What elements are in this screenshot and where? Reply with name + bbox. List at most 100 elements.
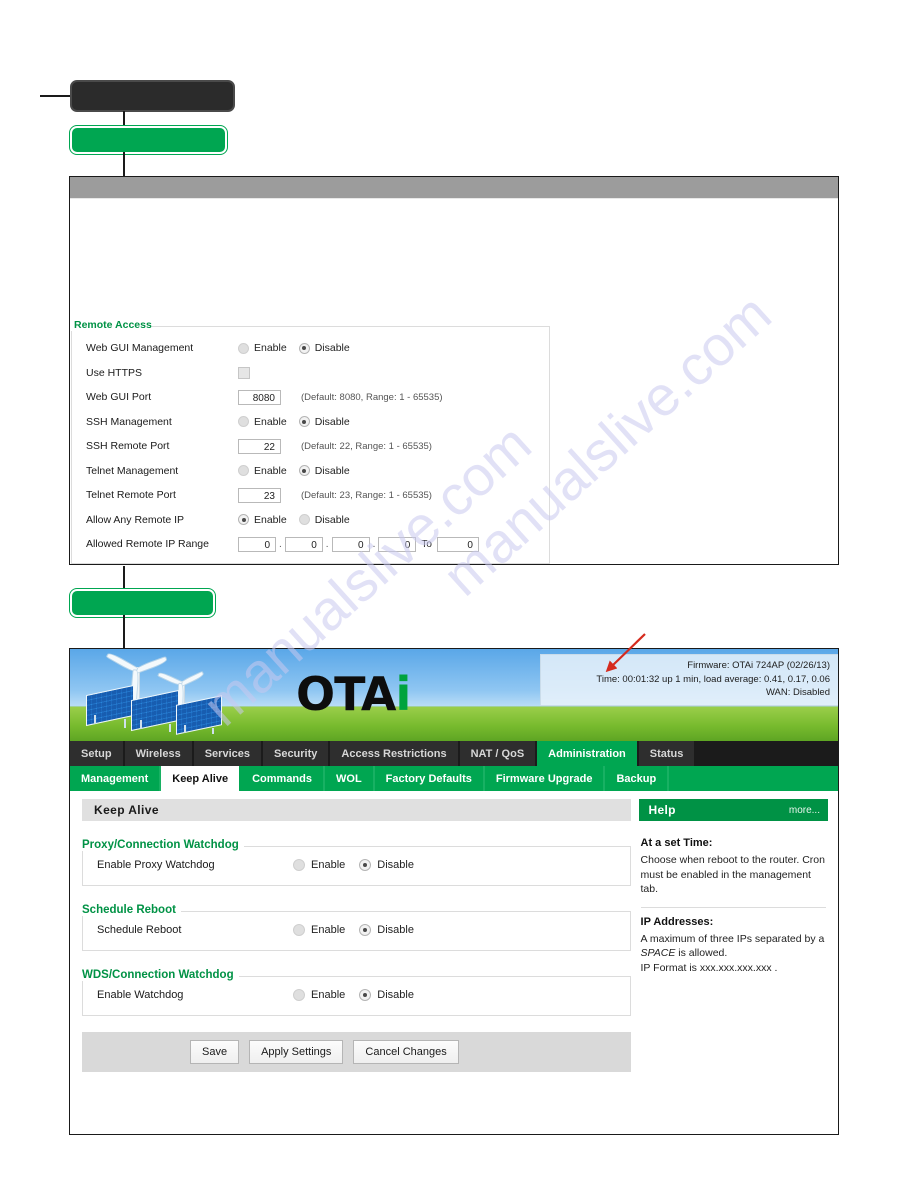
solar-panel-leg-3 <box>140 720 142 729</box>
ip-range-to-label: To <box>421 538 432 550</box>
tab-status[interactable]: Status <box>638 741 697 766</box>
tab-security[interactable]: Security <box>262 741 331 766</box>
router-banner: OTAi Firmware: OTAi 724AP (02/26/13) Tim… <box>70 649 838 741</box>
callout-green-box-top <box>69 125 228 155</box>
input-ip-octet-4[interactable]: 0 <box>378 536 417 552</box>
tab-nat-qos[interactable]: NAT / QoS <box>459 741 538 766</box>
cancel-changes-button[interactable]: Cancel Changes <box>353 1040 459 1064</box>
radio-schedule-reboot-disable[interactable] <box>359 924 372 936</box>
otai-logo: OTAi <box>296 667 412 721</box>
control-allowed-remote-ip-range[interactable]: 0 . 0 . 0 . 0 To 0 <box>238 536 479 552</box>
tab-wireless[interactable]: Wireless <box>124 741 194 766</box>
radio-label-ssh-disable: Disable <box>314 415 350 428</box>
label-use-https: Use HTTPS <box>86 366 143 379</box>
subtab-factory-defaults[interactable]: Factory Defaults <box>374 766 485 791</box>
radio-ssh-enable[interactable] <box>238 416 249 428</box>
radio-proxy-watchdog-enable[interactable] <box>293 859 305 871</box>
input-web-gui-port[interactable]: 8080 <box>238 389 281 405</box>
row-telnet-remote-port: Telnet Remote Port 23 (Default: 23, Rang… <box>72 483 549 508</box>
ip-dot-2: . <box>325 538 329 550</box>
tab-setup[interactable]: Setup <box>70 741 125 766</box>
router-web-ui: OTAi Firmware: OTAi 724AP (02/26/13) Tim… <box>69 648 839 1135</box>
section-wds-watchdog: WDS/Connection Watchdog Enable Watchdog … <box>82 965 631 1016</box>
help-column: Help more... At a set Time: Choose when … <box>638 791 838 1134</box>
radio-telnet-disable[interactable] <box>298 465 310 477</box>
solar-panel-leg-1 <box>94 715 96 724</box>
radio-watchdog-disable[interactable] <box>359 989 372 1001</box>
wan-status-line: WAN: Disabled <box>765 687 830 698</box>
radio-telnet-enable[interactable] <box>238 465 249 477</box>
radio-allow-any-ip-disable[interactable] <box>298 514 310 526</box>
save-button[interactable]: Save <box>190 1040 240 1064</box>
uptime-load-line: Time: 00:01:32 up 1 min, load average: 0… <box>596 673 830 685</box>
subtab-wol[interactable]: WOL <box>325 766 375 791</box>
radio-ssh-disable[interactable] <box>298 416 310 428</box>
hint-web-gui-port: (Default: 8080, Range: 1 - 65535) <box>301 391 443 403</box>
radio-proxy-watchdog-disable[interactable] <box>359 859 372 871</box>
upper-settings-panel: Remote Access Web GUI Management Enable … <box>69 176 839 565</box>
tab-access-restrictions[interactable]: Access Restrictions <box>330 741 460 766</box>
label-telnet-management: Telnet Management <box>86 464 179 477</box>
radio-label-watchdog-enable: Enable <box>311 989 346 1001</box>
radio-web-gui-enable[interactable] <box>238 342 249 354</box>
callout-connector-2 <box>123 152 125 177</box>
radio-watchdog-enable[interactable] <box>293 989 305 1001</box>
settings-column: Keep Alive Proxy/Connection Watchdog Ena… <box>70 791 639 1134</box>
radio-label-allow-any-ip-enable: Enable <box>254 513 287 526</box>
subtab-firmware-upgrade[interactable]: Firmware Upgrade <box>484 766 606 791</box>
remote-access-section: Remote Access Web GUI Management Enable … <box>71 315 550 564</box>
control-web-gui-port[interactable]: 8080 (Default: 8080, Range: 1 - 65535) <box>238 389 443 405</box>
input-ip-octet-2[interactable]: 0 <box>284 536 323 552</box>
control-use-https[interactable] <box>238 366 250 379</box>
radio-schedule-reboot-enable[interactable] <box>293 924 305 936</box>
input-ip-octet-1[interactable]: 0 <box>238 536 276 552</box>
control-web-gui-management[interactable]: Enable Disable <box>238 342 362 354</box>
radio-web-gui-disable[interactable] <box>298 342 310 354</box>
control-telnet-remote-port[interactable]: 23 (Default: 23, Range: 1 - 65535) <box>238 487 432 503</box>
subtab-commands[interactable]: Commands <box>241 766 325 791</box>
main-tab-bar: Setup Wireless Services Security Access … <box>70 741 838 766</box>
row-allow-any-remote-ip: Allow Any Remote IP Enable Disable <box>72 508 549 533</box>
solar-panel-leg-6 <box>212 728 214 734</box>
input-telnet-remote-port[interactable]: 23 <box>238 487 281 503</box>
callout-connector-3 <box>123 566 125 591</box>
help-more-link[interactable]: more... <box>789 805 820 816</box>
radio-label-allow-any-ip-disable: Disable <box>314 513 350 526</box>
label-enable-proxy-watchdog: Enable Proxy Watchdog <box>97 859 215 871</box>
solar-panel-leg-5 <box>184 725 186 733</box>
page-title: Keep Alive <box>82 799 631 821</box>
tab-administration[interactable]: Administration <box>537 741 639 766</box>
hint-telnet-remote-port: (Default: 23, Range: 1 - 65535) <box>301 489 432 501</box>
row-telnet-management: Telnet Management Enable Disable <box>72 459 549 484</box>
logo-text-i: i <box>395 667 412 721</box>
callout-dark-box <box>70 80 235 112</box>
help-text-ip-addresses: A maximum of three IPs separated by a SP… <box>641 932 826 961</box>
subtab-keep-alive[interactable]: Keep Alive <box>161 766 242 791</box>
radio-allow-any-ip-enable[interactable] <box>238 514 249 526</box>
section-schedule-reboot: Schedule Reboot Schedule Reboot Enable D… <box>82 900 631 951</box>
hint-ssh-remote-port: (Default: 22, Range: 1 - 65535) <box>301 440 432 452</box>
radio-label-telnet-enable: Enable <box>254 464 287 477</box>
control-telnet-management[interactable]: Enable Disable <box>238 465 362 477</box>
control-allow-any-remote-ip[interactable]: Enable Disable <box>238 514 362 526</box>
control-ssh-management[interactable]: Enable Disable <box>238 416 362 428</box>
action-button-bar: Save Apply Settings Cancel Changes <box>82 1032 631 1072</box>
red-arrow-annotation <box>605 633 646 673</box>
tab-services[interactable]: Services <box>193 741 263 766</box>
control-ssh-remote-port[interactable]: 22 (Default: 22, Range: 1 - 65535) <box>238 438 432 454</box>
help-body: At a set Time: Choose when reboot to the… <box>639 821 828 975</box>
help-title: Help <box>648 803 676 817</box>
help-heading-ip-addresses: IP Addresses: <box>640 915 714 928</box>
label-enable-watchdog: Enable Watchdog <box>97 989 184 1001</box>
radio-label-web-gui-enable: Enable <box>254 342 287 355</box>
help-ip-text-b: is allowed. <box>675 947 728 959</box>
row-ssh-remote-port: SSH Remote Port 22 (Default: 22, Range: … <box>72 434 549 459</box>
subtab-backup[interactable]: Backup <box>605 766 670 791</box>
subtab-management[interactable]: Management <box>70 766 162 791</box>
apply-settings-button[interactable]: Apply Settings <box>249 1040 344 1064</box>
input-ip-range-end[interactable]: 0 <box>436 536 479 552</box>
checkbox-use-https[interactable] <box>238 366 250 379</box>
row-allowed-remote-ip-range: Allowed Remote IP Range 0 . 0 . 0 . 0 To… <box>72 532 549 557</box>
input-ip-octet-3[interactable]: 0 <box>331 536 370 552</box>
input-ssh-remote-port[interactable]: 22 <box>238 438 281 454</box>
